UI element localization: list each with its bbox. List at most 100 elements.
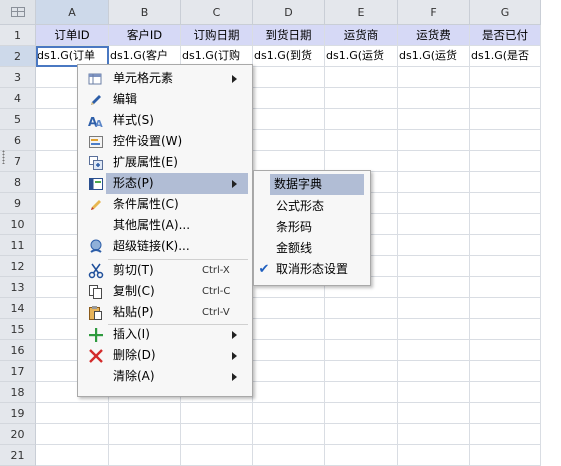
empty-cell[interactable] <box>253 67 325 88</box>
column-header-d[interactable]: D <box>253 0 325 25</box>
empty-cell[interactable] <box>36 403 109 424</box>
cell-g2[interactable]: ds1.G(是否 <box>470 46 541 67</box>
empty-cell[interactable] <box>253 382 325 403</box>
empty-cell[interactable] <box>253 361 325 382</box>
empty-cell[interactable] <box>325 298 398 319</box>
menu-item-condition[interactable]: 条件属性(C) <box>80 194 250 215</box>
cell-g1[interactable]: 是否已付 <box>470 25 541 46</box>
empty-cell[interactable] <box>325 109 398 130</box>
row-header-11[interactable]: 11 <box>0 235 36 256</box>
empty-cell[interactable] <box>470 340 541 361</box>
submenu-item-amount-line[interactable]: 金额线 <box>256 238 368 259</box>
empty-cell[interactable] <box>398 319 470 340</box>
empty-cell[interactable] <box>398 340 470 361</box>
menu-item-clear[interactable]: 清除(A) <box>80 366 250 387</box>
empty-cell[interactable] <box>470 298 541 319</box>
empty-cell[interactable] <box>253 88 325 109</box>
row-header-2[interactable]: 2 <box>0 46 36 67</box>
empty-cell[interactable] <box>398 256 470 277</box>
cell-c1[interactable]: 订购日期 <box>181 25 253 46</box>
empty-cell[interactable] <box>470 193 541 214</box>
column-header-f[interactable]: F <box>398 0 470 25</box>
column-header-c[interactable]: C <box>181 0 253 25</box>
empty-cell[interactable] <box>470 172 541 193</box>
empty-cell[interactable] <box>398 151 470 172</box>
empty-cell[interactable] <box>398 277 470 298</box>
empty-cell[interactable] <box>253 403 325 424</box>
submenu-item-formula-shape[interactable]: 公式形态 <box>256 196 368 217</box>
empty-cell[interactable] <box>398 130 470 151</box>
menu-item-widget-settings[interactable]: 控件设置(W) <box>80 131 250 152</box>
menu-item-insert[interactable]: 插入(I) <box>80 324 250 345</box>
empty-cell[interactable] <box>325 424 398 445</box>
menu-item-copy[interactable]: 复制(C) Ctrl-C <box>80 281 250 302</box>
row-header-8[interactable]: 8 <box>0 172 36 193</box>
empty-cell[interactable] <box>470 88 541 109</box>
submenu-item-data-dictionary[interactable]: 数据字典 <box>270 174 364 195</box>
row-header-20[interactable]: 20 <box>0 424 36 445</box>
empty-cell[interactable] <box>470 361 541 382</box>
empty-cell[interactable] <box>398 424 470 445</box>
empty-cell[interactable] <box>398 235 470 256</box>
empty-cell[interactable] <box>325 151 398 172</box>
menu-item-edit[interactable]: 编辑 <box>80 89 250 110</box>
empty-cell[interactable] <box>470 214 541 235</box>
menu-item-shape[interactable]: 形态(P) <box>80 173 250 194</box>
row-header-4[interactable]: 4 <box>0 88 36 109</box>
empty-cell[interactable] <box>398 382 470 403</box>
empty-cell[interactable] <box>398 172 470 193</box>
empty-cell[interactable] <box>181 403 253 424</box>
empty-cell[interactable] <box>325 361 398 382</box>
cell-f2[interactable]: ds1.G(运货 <box>398 46 470 67</box>
submenu-item-barcode[interactable]: 条形码 <box>256 217 368 238</box>
empty-cell[interactable] <box>398 403 470 424</box>
empty-cell[interactable] <box>253 109 325 130</box>
cell-e2[interactable]: ds1.G(运货 <box>325 46 398 67</box>
empty-cell[interactable] <box>470 277 541 298</box>
empty-cell[interactable] <box>470 109 541 130</box>
menu-item-hyperlink[interactable]: 超级链接(K)... <box>80 236 250 257</box>
menu-item-delete[interactable]: 删除(D) <box>80 345 250 366</box>
empty-cell[interactable] <box>470 130 541 151</box>
empty-cell[interactable] <box>253 319 325 340</box>
empty-cell[interactable] <box>325 67 398 88</box>
row-header-13[interactable]: 13 <box>0 277 36 298</box>
row-header-12[interactable]: 12 <box>0 256 36 277</box>
column-header-e[interactable]: E <box>325 0 398 25</box>
row-header-1[interactable]: 1 <box>0 25 36 46</box>
menu-item-other-attr[interactable]: 其他属性(A)... <box>80 215 250 236</box>
empty-cell[interactable] <box>398 67 470 88</box>
empty-cell[interactable] <box>325 130 398 151</box>
row-header-3[interactable]: 3 <box>0 67 36 88</box>
select-all-corner[interactable] <box>0 0 36 25</box>
empty-cell[interactable] <box>181 424 253 445</box>
cell-f1[interactable]: 运货费 <box>398 25 470 46</box>
empty-cell[interactable] <box>470 235 541 256</box>
row-header-14[interactable]: 14 <box>0 298 36 319</box>
empty-cell[interactable] <box>325 445 398 466</box>
row-header-21[interactable]: 21 <box>0 445 36 466</box>
row-header-18[interactable]: 18 <box>0 382 36 403</box>
row-header-15[interactable]: 15 <box>0 319 36 340</box>
empty-cell[interactable] <box>398 88 470 109</box>
empty-cell[interactable] <box>470 67 541 88</box>
empty-cell[interactable] <box>325 382 398 403</box>
empty-cell[interactable] <box>470 403 541 424</box>
empty-cell[interactable] <box>470 256 541 277</box>
empty-cell[interactable] <box>109 403 181 424</box>
empty-cell[interactable] <box>398 214 470 235</box>
empty-cell[interactable] <box>253 424 325 445</box>
menu-item-cut[interactable]: 剪切(T) Ctrl-X <box>80 260 250 281</box>
empty-cell[interactable] <box>253 340 325 361</box>
empty-cell[interactable] <box>325 340 398 361</box>
empty-cell[interactable] <box>398 445 470 466</box>
column-header-g[interactable]: G <box>470 0 541 25</box>
empty-cell[interactable] <box>325 319 398 340</box>
empty-cell[interactable] <box>253 445 325 466</box>
empty-cell[interactable] <box>36 445 109 466</box>
column-header-b[interactable]: B <box>109 0 181 25</box>
empty-cell[interactable] <box>398 298 470 319</box>
empty-cell[interactable] <box>398 109 470 130</box>
row-header-5[interactable]: 5 <box>0 109 36 130</box>
empty-cell[interactable] <box>470 382 541 403</box>
